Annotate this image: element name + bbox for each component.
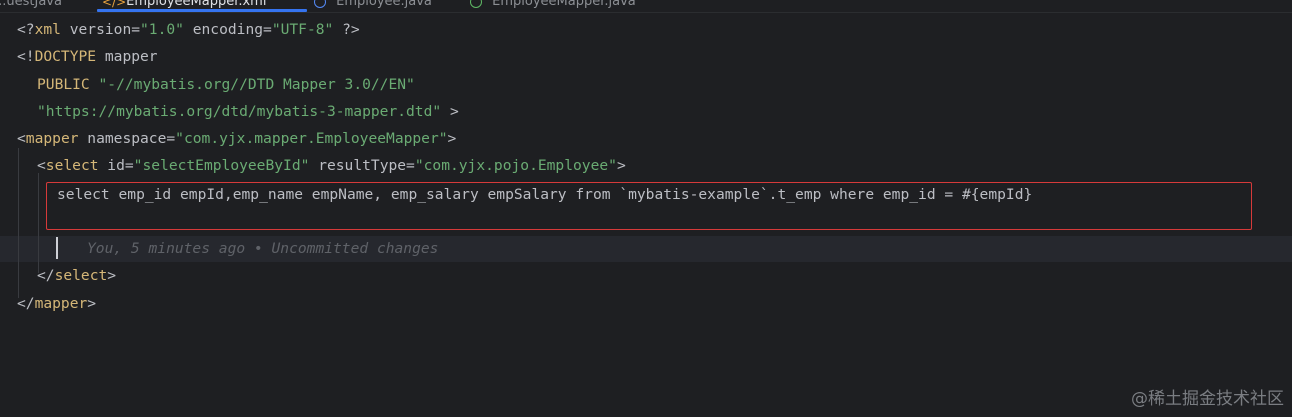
code-line-1: <?xml version="1.0" encoding="UTF-8" ?> [17,21,360,38]
java-interface-icon [470,0,482,8]
git-blame-annotation: You, 5 minutes ago • Uncommitted changes [87,240,439,257]
tab-label: ...uestJava [0,0,62,9]
tab-request-java[interactable]: ...uestJava [0,0,62,12]
code-line-3: PUBLIC "-//mybatis.org//DTD Mapper 3.0//… [37,76,415,93]
code-line-6: <select id="selectEmployeeById" resultTy… [37,157,626,174]
red-highlight-box [46,182,1252,230]
editor-tab-bar: ...uestJava </> EmployeeMapper.xml Emplo… [0,0,1292,13]
code-line-10: </mapper> [17,295,97,312]
tab-label: Employee.java [336,0,432,9]
site-watermark: @稀土掘金技术社区 [1131,389,1284,409]
java-class-icon [314,0,326,8]
text-caret [56,237,58,259]
code-line-2: <!DOCTYPE mapper [17,48,158,65]
code-editor[interactable]: <?xml version="1.0" encoding="UTF-8" ?> … [0,13,1292,417]
code-line-5: <mapper namespace="com.yjx.mapper.Employ… [17,130,457,147]
tab-label: EmployeeMapper.xml [126,0,267,9]
indent-guide [18,148,19,298]
tab-label: EmployeeMapper.java [492,0,636,9]
xml-file-icon: </> [102,0,127,9]
tab-employee-java[interactable]: Employee.java [314,0,432,12]
code-line-9: </select> [37,267,117,284]
ide-window: ...uestJava </> EmployeeMapper.xml Emplo… [0,0,1292,417]
tab-employee-mapper-java[interactable]: EmployeeMapper.java [470,0,636,12]
active-tab-indicator [97,9,307,12]
indent-guide [38,173,39,273]
code-line-4: "https://mybatis.org/dtd/mybatis-3-mappe… [37,103,459,120]
